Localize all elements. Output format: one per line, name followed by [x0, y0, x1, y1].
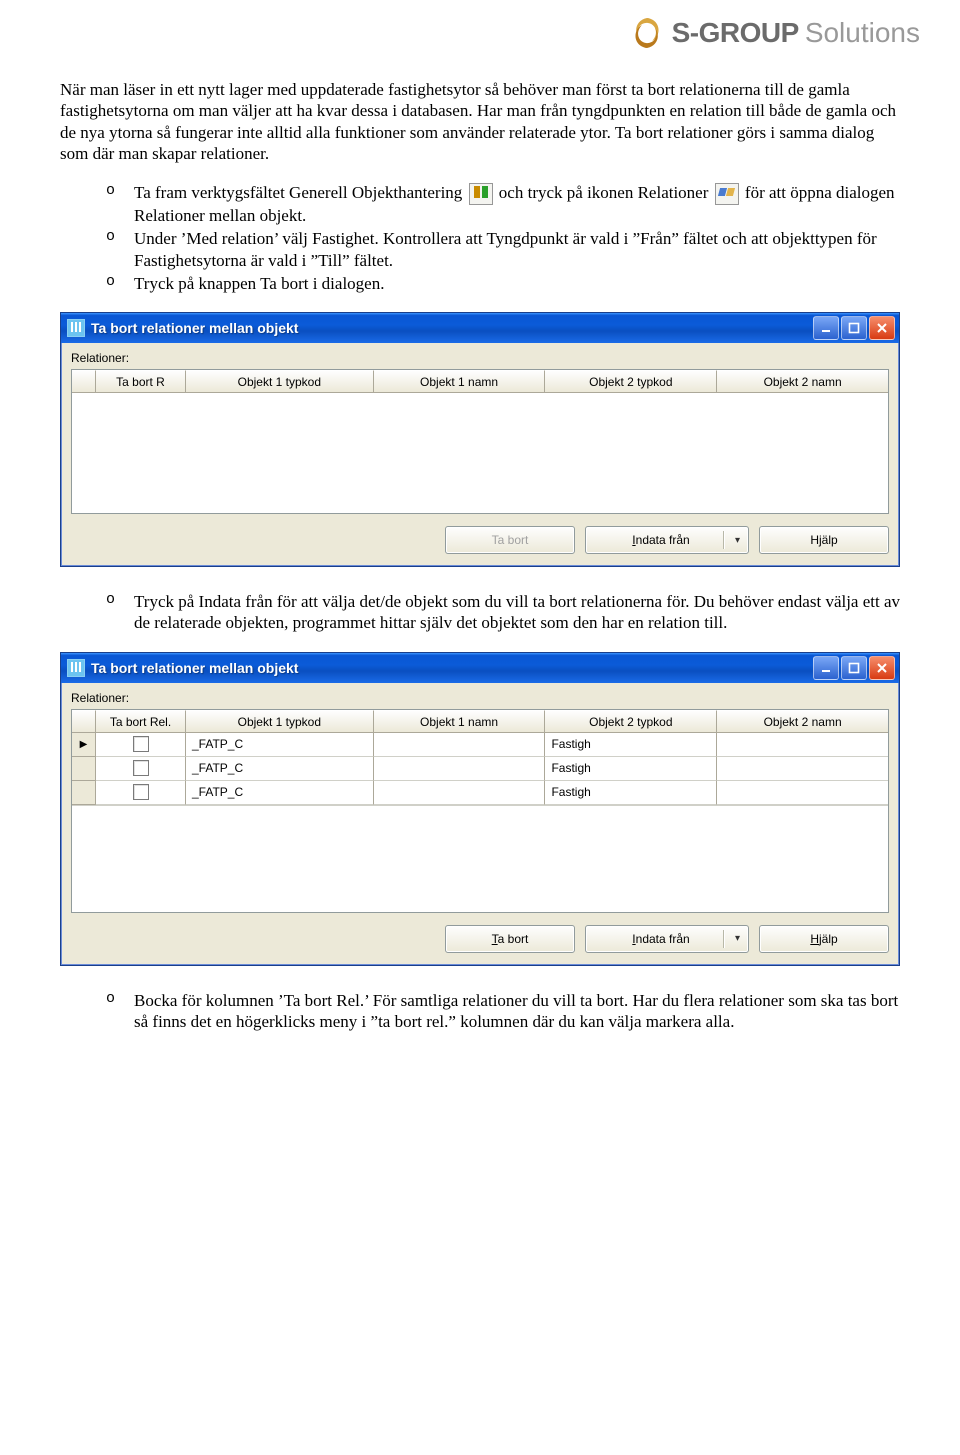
tabort-checkbox-cell[interactable] [96, 781, 186, 805]
bullet-list-1: Ta fram verktygsfältet Generell Objektha… [60, 182, 900, 294]
tabort-checkbox-cell[interactable] [96, 757, 186, 781]
col-obj1-typkod[interactable]: Objekt 1 typkod [186, 370, 374, 392]
bullet-item: Bocka för kolumnen ’Ta bort Rel.’ För sa… [106, 990, 900, 1033]
app-icon [67, 659, 85, 677]
obj1-typkod-cell[interactable]: _FATP_C [186, 733, 374, 757]
col-obj2-typkod[interactable]: Objekt 2 typkod [545, 710, 717, 732]
grid-header: Ta bort R Objekt 1 typkod Objekt 1 namn … [72, 370, 888, 393]
obj1-namn-cell[interactable] [374, 733, 546, 757]
close-button[interactable] [869, 656, 895, 680]
obj2-typkod-cell[interactable]: Fastigh [545, 757, 717, 781]
minimize-button[interactable] [813, 656, 839, 680]
app-icon [67, 319, 85, 337]
btn-text: a bort [498, 932, 529, 946]
col-obj1-typkod[interactable]: Objekt 1 typkod [186, 710, 374, 732]
bullet-list-2: Tryck på Indata från för att välja det/d… [60, 591, 900, 634]
close-button[interactable] [869, 316, 895, 340]
tabort-button[interactable]: Ta bort [445, 925, 575, 953]
obj1-typkod-cell[interactable]: _FATP_C [186, 757, 374, 781]
col-tabort[interactable]: Ta bort Rel. [96, 710, 186, 732]
relations-grid[interactable]: Ta bort R Objekt 1 typkod Objekt 1 namn … [71, 369, 889, 514]
relations-label: Relationer: [71, 691, 889, 705]
brand-name-2: Solutions [805, 17, 920, 49]
checkbox-icon[interactable] [133, 736, 149, 752]
bullet-text: och tryck på ikonen Relationer [499, 183, 713, 202]
maximize-button[interactable] [841, 316, 867, 340]
brand-swirl-icon [630, 16, 664, 50]
btn-text: ndata från [636, 932, 690, 946]
row-marker-icon[interactable] [72, 781, 96, 805]
obj1-namn-cell[interactable] [374, 757, 546, 781]
dialog-remove-relations-empty: Ta bort relationer mellan objekt Relatio… [60, 312, 900, 567]
bullet-text: Ta fram verktygsfältet Generell Objektha… [134, 183, 467, 202]
obj2-namn-cell[interactable] [717, 757, 888, 781]
dialog-button-row: Ta bort Indata från Hjälp [71, 514, 889, 554]
tabort-button[interactable]: Ta bort [445, 526, 575, 554]
toolbox-icon [469, 183, 493, 205]
row-marker-header[interactable] [72, 710, 96, 732]
maximize-button[interactable] [841, 656, 867, 680]
accel-key: H [810, 932, 819, 946]
titlebar[interactable]: Ta bort relationer mellan objekt [61, 313, 899, 343]
dialog-remove-relations-filled: Ta bort relationer mellan objekt Relatio… [60, 652, 900, 966]
titlebar[interactable]: Ta bort relationer mellan objekt [61, 653, 899, 683]
help-button[interactable]: Hjälp [759, 925, 889, 953]
col-obj2-typkod[interactable]: Objekt 2 typkod [545, 370, 717, 392]
indata-fran-button[interactable]: Indata från [585, 925, 749, 953]
dialog-button-row: Ta bort Indata från Hjälp [71, 913, 889, 953]
window-title: Ta bort relationer mellan objekt [91, 320, 813, 336]
brand-name-1: S-GROUP [672, 17, 799, 49]
grid-empty-area [72, 805, 888, 912]
tabort-checkbox-cell[interactable] [96, 733, 186, 757]
obj1-typkod-cell[interactable]: _FATP_C [186, 781, 374, 805]
btn-text: ndata från [636, 533, 690, 547]
btn-text: jälp [819, 932, 838, 946]
obj2-typkod-cell[interactable]: Fastigh [545, 733, 717, 757]
grid-empty-area [72, 393, 888, 513]
row-marker-header[interactable] [72, 370, 96, 392]
col-obj1-namn[interactable]: Objekt 1 namn [374, 710, 546, 732]
brand-logo: S-GROUP Solutions [630, 16, 920, 50]
col-obj2-namn[interactable]: Objekt 2 namn [717, 710, 888, 732]
bullet-item: Tryck på knappen Ta bort i dialogen. [106, 273, 900, 294]
grid-body: _FATP_C Fastigh _FATP_C Fastigh _FAT [72, 733, 888, 805]
paragraph-1: När man läser in ett nytt lager med uppd… [60, 79, 900, 164]
minimize-button[interactable] [813, 316, 839, 340]
relations-grid[interactable]: Ta bort Rel. Objekt 1 typkod Objekt 1 na… [71, 709, 889, 913]
relations-icon [715, 183, 739, 205]
obj2-namn-cell[interactable] [717, 733, 888, 757]
obj2-typkod-cell[interactable]: Fastigh [545, 781, 717, 805]
bullet-item: Ta fram verktygsfältet Generell Objektha… [106, 182, 900, 226]
row-marker-icon[interactable] [72, 757, 96, 781]
table-row[interactable]: _FATP_C Fastigh [72, 733, 888, 757]
window-title: Ta bort relationer mellan objekt [91, 660, 813, 676]
obj2-namn-cell[interactable] [717, 781, 888, 805]
grid-header: Ta bort Rel. Objekt 1 typkod Objekt 1 na… [72, 710, 888, 733]
help-button[interactable]: Hjälp [759, 526, 889, 554]
bullet-item: Tryck på Indata från för att välja det/d… [106, 591, 900, 634]
table-row[interactable]: _FATP_C Fastigh [72, 757, 888, 781]
col-obj1-namn[interactable]: Objekt 1 namn [374, 370, 546, 392]
brand-header: S-GROUP Solutions [0, 0, 960, 79]
bullet-item: Under ’Med relation’ välj Fastighet. Kon… [106, 228, 900, 271]
table-row[interactable]: _FATP_C Fastigh [72, 781, 888, 805]
indata-fran-button[interactable]: Indata från [585, 526, 749, 554]
checkbox-icon[interactable] [133, 784, 149, 800]
checkbox-icon[interactable] [133, 760, 149, 776]
row-marker-icon[interactable] [72, 733, 96, 757]
relations-label: Relationer: [71, 351, 889, 365]
col-obj2-namn[interactable]: Objekt 2 namn [717, 370, 888, 392]
col-tabort[interactable]: Ta bort R [96, 370, 186, 392]
obj1-namn-cell[interactable] [374, 781, 546, 805]
bullet-list-3: Bocka för kolumnen ’Ta bort Rel.’ För sa… [60, 990, 900, 1033]
